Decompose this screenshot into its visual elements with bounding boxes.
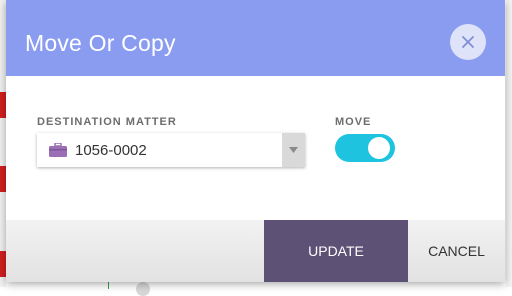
chevron-down-icon — [289, 147, 298, 153]
toggle-knob — [368, 137, 390, 159]
dialog-header: Move Or Copy — [6, 0, 505, 76]
briefcase-icon — [49, 143, 67, 157]
destination-matter-label: DESTINATION MATTER — [37, 116, 177, 128]
dropdown-toggle[interactable] — [282, 133, 305, 167]
close-button[interactable] — [450, 24, 486, 60]
dialog-title: Move Or Copy — [25, 30, 176, 56]
close-icon — [462, 36, 474, 48]
dialog-footer: UPDATE CANCEL — [6, 220, 505, 282]
dialog-body: DESTINATION MATTER 1056-0002 MOVE — [6, 76, 505, 220]
destination-matter-select[interactable]: 1056-0002 — [37, 133, 305, 167]
background-page-right — [506, 0, 512, 287]
move-or-copy-dialog: Move Or Copy DESTINATION MATTER 1056-000… — [6, 0, 505, 282]
destination-matter-value: 1056-0002 — [75, 142, 147, 159]
move-label: MOVE — [335, 116, 372, 128]
update-button[interactable]: UPDATE — [264, 220, 408, 282]
move-toggle[interactable] — [335, 134, 395, 162]
cancel-button[interactable]: CANCEL — [408, 220, 505, 282]
background-dot — [136, 282, 150, 296]
